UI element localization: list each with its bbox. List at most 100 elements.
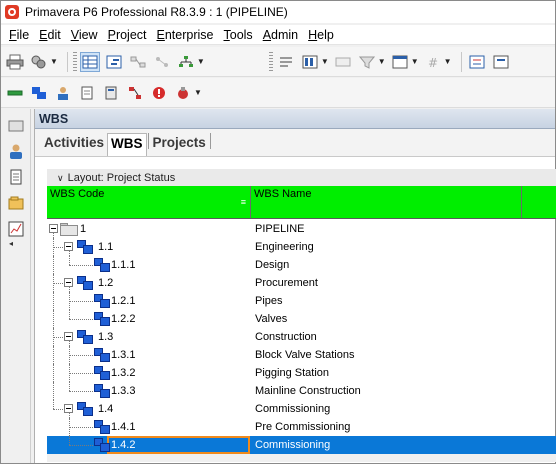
table-row[interactable]: 1.4 Commissioning: [47, 400, 556, 418]
gantt-view-icon[interactable]: [104, 52, 124, 72]
table-row[interactable]: 1.4.1 Pre Commissioning: [47, 418, 556, 436]
table-row[interactable]: 1.3 Construction: [47, 328, 556, 346]
columns-icon[interactable]: [276, 52, 296, 72]
tab-projects[interactable]: Projects: [150, 135, 209, 156]
bars-icon[interactable]: [300, 52, 320, 72]
toolbar-grip[interactable]: [268, 51, 273, 72]
menu-tools[interactable]: Tools: [224, 28, 253, 42]
table-row[interactable]: 1.3.1 Block Valve Stations: [47, 346, 556, 364]
wbs-code-cell[interactable]: 1.3.2: [47, 364, 251, 382]
menu-file[interactable]: File: [9, 28, 29, 42]
wbs-chart-icon[interactable]: [176, 52, 196, 72]
folder-icon[interactable]: [6, 115, 26, 135]
table-row[interactable]: 1.1.1 Design: [47, 256, 556, 274]
wbs-code-cell[interactable]: 1.3.3: [47, 382, 251, 400]
open-folder-icon[interactable]: [6, 193, 26, 213]
group-sort-icon[interactable]: [333, 52, 353, 72]
relationships-icon[interactable]: [125, 83, 145, 103]
print-icon[interactable]: [5, 52, 25, 72]
table-row[interactable]: 1.3.3 Mainline Construction: [47, 382, 556, 400]
sort-icon[interactable]: ≡: [241, 197, 246, 207]
print-setup-icon[interactable]: [29, 52, 49, 72]
collapse-toggle-icon[interactable]: [64, 242, 73, 251]
chevron-down-icon[interactable]: ▼: [411, 57, 419, 66]
user-icon[interactable]: [6, 141, 26, 161]
wbs-name[interactable]: Commissioning: [255, 436, 330, 454]
chevron-left-icon[interactable]: ◂: [9, 239, 30, 248]
tab-wbs[interactable]: WBS: [107, 133, 147, 156]
chevron-down-icon[interactable]: ▼: [378, 57, 386, 66]
add-icon[interactable]: [5, 83, 25, 103]
table-view-icon[interactable]: [79, 51, 100, 72]
collapse-toggle-icon[interactable]: [64, 404, 73, 413]
horizontal-scrollbar[interactable]: [47, 454, 556, 462]
layout-bar[interactable]: ∨ Layout: Project Status: [47, 169, 556, 187]
reports-icon[interactable]: [467, 52, 487, 72]
wbs-name[interactable]: Mainline Construction: [255, 382, 361, 400]
network-view-icon[interactable]: [128, 52, 148, 72]
wbs-code-cell[interactable]: 1.2.2: [47, 310, 251, 328]
table-row[interactable]: 1 PIPELINE: [47, 220, 556, 238]
menu-help[interactable]: Help: [308, 28, 334, 42]
calculator-icon[interactable]: [101, 83, 121, 103]
table-row[interactable]: 1.3.2 Pigging Station: [47, 364, 556, 382]
issues-icon[interactable]: [149, 83, 169, 103]
wbs-code-cell[interactable]: 1.4.2: [47, 436, 251, 454]
wbs-name[interactable]: PIPELINE: [255, 220, 305, 238]
chevron-down-icon[interactable]: ▼: [321, 57, 329, 66]
column-header-wbs-name[interactable]: WBS Name: [251, 186, 522, 218]
table-row[interactable]: 1.2.1 Pipes: [47, 292, 556, 310]
wbs-name[interactable]: Pigging Station: [255, 364, 329, 382]
toolbar-grip[interactable]: [72, 51, 77, 72]
wbs-code-cell[interactable]: 1.4: [47, 400, 251, 418]
wbs-code-cell[interactable]: 1.1.1: [47, 256, 251, 274]
chevron-down-icon[interactable]: ∨: [57, 169, 64, 187]
menu-view[interactable]: View: [71, 28, 98, 42]
menu-edit[interactable]: Edit: [39, 28, 61, 42]
wbs-code-cell[interactable]: 1.3.1: [47, 346, 251, 364]
chevron-down-icon[interactable]: ▼: [194, 88, 202, 97]
wbs-node-icon[interactable]: [29, 83, 49, 103]
menu-project[interactable]: Project: [108, 28, 147, 42]
collapse-toggle-icon[interactable]: [64, 278, 73, 287]
chart-icon[interactable]: [6, 219, 26, 239]
hash-icon[interactable]: #: [423, 52, 443, 72]
menu-admin[interactable]: Admin: [263, 28, 298, 42]
column-header-wbs-code[interactable]: WBS Code ≡: [47, 186, 251, 218]
layout-icon[interactable]: [390, 52, 410, 72]
wbs-name[interactable]: Valves: [255, 310, 287, 328]
resources-icon[interactable]: [53, 83, 73, 103]
wbs-name[interactable]: Commissioning: [255, 400, 330, 418]
wbs-name[interactable]: Design: [255, 256, 289, 274]
table-row[interactable]: 1.2 Procurement: [47, 274, 556, 292]
menu-enterprise[interactable]: Enterprise: [157, 28, 214, 42]
chevron-down-icon[interactable]: ▼: [50, 57, 58, 66]
wbs-name[interactable]: Engineering: [255, 238, 314, 256]
wbs-code-cell[interactable]: 1.4.1: [47, 418, 251, 436]
wbs-name[interactable]: Construction: [255, 328, 317, 346]
wbs-name[interactable]: Procurement: [255, 274, 318, 292]
notebook-icon[interactable]: [77, 83, 97, 103]
wbs-name[interactable]: Pipes: [255, 292, 283, 310]
table-row[interactable]: 1.4.2 Commissioning: [47, 436, 556, 454]
risks-icon[interactable]: [173, 83, 193, 103]
wbs-name[interactable]: Pre Commissioning: [255, 418, 350, 436]
wbs-code-cell[interactable]: 1: [47, 220, 251, 238]
wbs-name[interactable]: Block Valve Stations: [255, 346, 354, 364]
chevron-down-icon[interactable]: ▼: [197, 57, 205, 66]
wbs-code-cell[interactable]: 1.2: [47, 274, 251, 292]
wbs-code-cell[interactable]: 1.2.1: [47, 292, 251, 310]
table-row[interactable]: 1.1 Engineering: [47, 238, 556, 256]
collapse-toggle-icon[interactable]: [49, 224, 58, 233]
wbs-code-cell[interactable]: 1.1: [47, 238, 251, 256]
collapse-toggle-icon[interactable]: [64, 332, 73, 341]
wbs-code-cell[interactable]: 1.3: [47, 328, 251, 346]
trace-logic-icon[interactable]: [152, 52, 172, 72]
document-icon[interactable]: [6, 167, 26, 187]
tab-activities[interactable]: Activities: [41, 135, 107, 156]
filter-icon[interactable]: [357, 52, 377, 72]
table-row[interactable]: 1.2.2 Valves: [47, 310, 556, 328]
column-header-extra[interactable]: [522, 186, 556, 218]
schedule-icon[interactable]: [491, 52, 511, 72]
chevron-down-icon[interactable]: ▼: [444, 57, 452, 66]
